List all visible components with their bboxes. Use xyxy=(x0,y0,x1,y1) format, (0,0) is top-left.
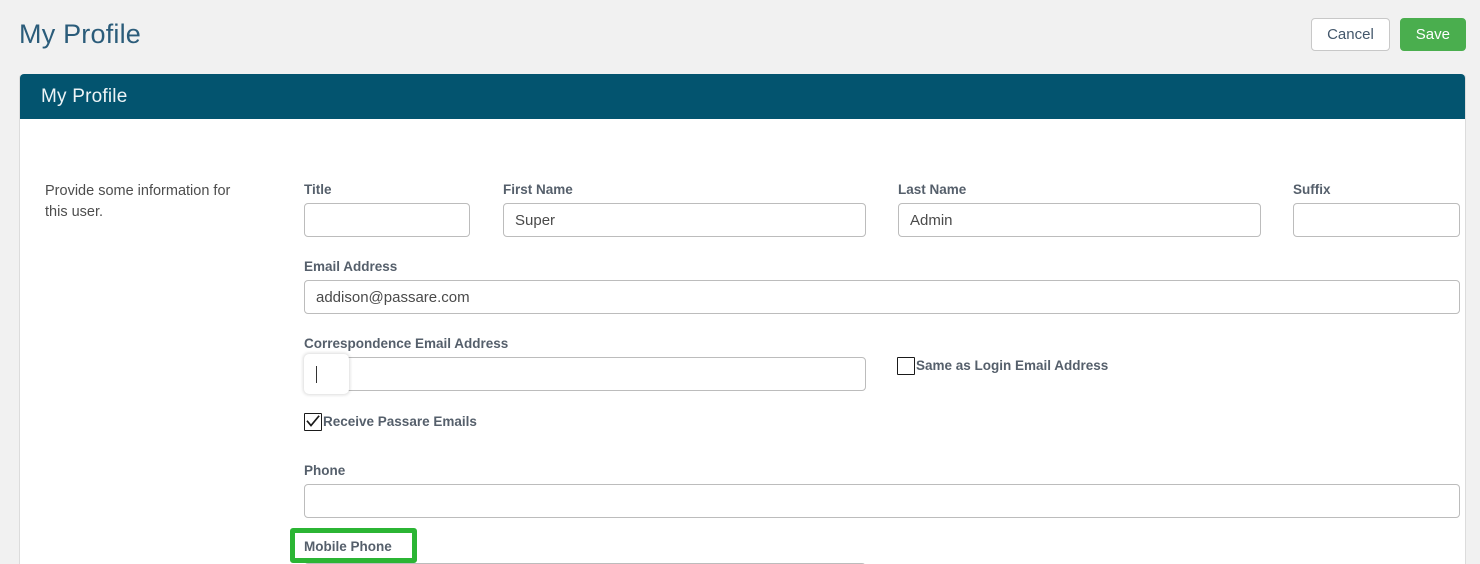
email-address-input[interactable] xyxy=(304,280,1460,314)
panel-body: Provide some information for this user. … xyxy=(20,119,1465,564)
checkbox-checked-icon[interactable] xyxy=(304,413,322,431)
suffix-input[interactable] xyxy=(1293,203,1460,237)
form-help-text: Provide some information for this user. xyxy=(45,183,231,220)
checkmark-icon xyxy=(306,415,320,427)
email-address-label: Email Address xyxy=(304,259,398,274)
same-as-login-label: Same as Login Email Address xyxy=(916,358,1109,373)
text-caret xyxy=(316,365,317,383)
profile-form: Title First Name Last Name Suffix Email … xyxy=(284,119,1460,564)
phone-label: Phone xyxy=(304,463,346,478)
suffix-label: Suffix xyxy=(1293,182,1331,197)
correspondence-email-input[interactable] xyxy=(304,357,866,391)
save-button[interactable]: Save xyxy=(1399,18,1466,51)
toolbar-actions: Cancel Save xyxy=(1311,18,1466,51)
top-bar: My Profile Cancel Save xyxy=(0,0,1480,68)
receive-passare-emails-label: Receive Passare Emails xyxy=(323,414,477,429)
receive-passare-emails-checkbox-row[interactable]: Receive Passare Emails xyxy=(304,413,477,431)
page-title: My Profile xyxy=(19,19,142,49)
panel-header: My Profile xyxy=(20,74,1465,119)
correspondence-email-label: Correspondence Email Address xyxy=(304,336,509,351)
title-label: Title xyxy=(304,182,332,197)
cancel-button[interactable]: Cancel xyxy=(1311,18,1390,51)
app-root: My Profile Cancel Save My Profile Provid… xyxy=(0,0,1480,564)
correspondence-email-focus-caret[interactable] xyxy=(304,354,349,394)
panel-header-title: My Profile xyxy=(41,85,128,107)
first-name-input[interactable] xyxy=(503,203,866,237)
checkbox-unchecked-icon[interactable] xyxy=(897,357,915,375)
last-name-label: Last Name xyxy=(898,182,967,197)
profile-panel: My Profile Provide some information for … xyxy=(19,74,1466,564)
mobile-phone-label: Mobile Phone xyxy=(304,539,392,554)
last-name-input[interactable] xyxy=(898,203,1261,237)
phone-input[interactable] xyxy=(304,484,1460,518)
title-input[interactable] xyxy=(304,203,470,237)
same-as-login-checkbox-row[interactable]: Same as Login Email Address xyxy=(897,357,1108,375)
first-name-label: First Name xyxy=(503,182,573,197)
